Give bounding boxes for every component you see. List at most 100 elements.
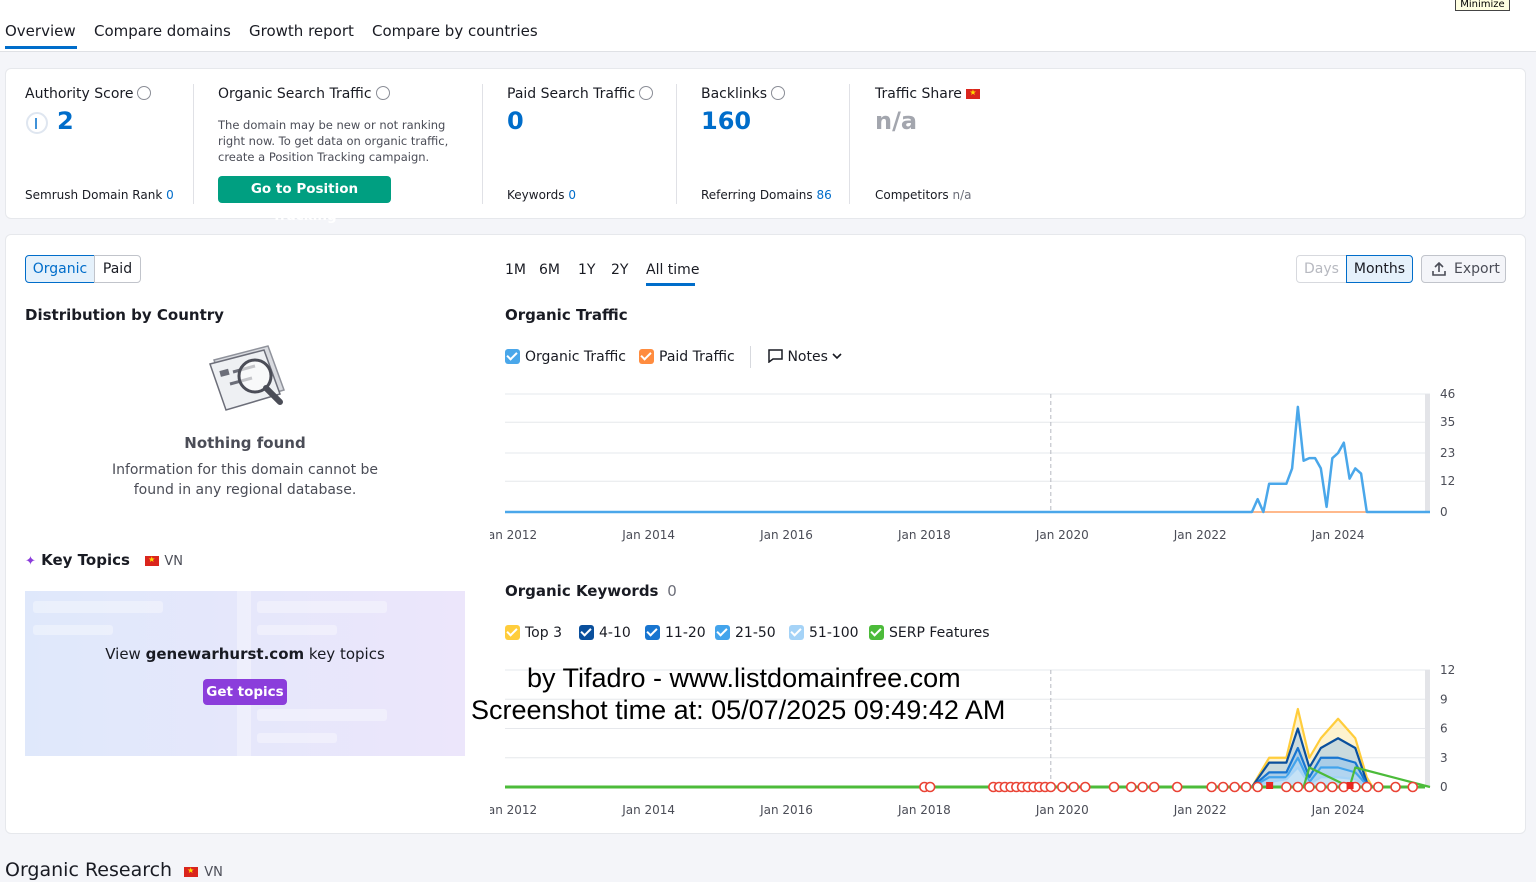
organic-traffic-note: The domain may be new or not ranking rig… — [218, 117, 448, 165]
empty-line: found in any regional database. — [133, 482, 357, 498]
x-tick-label: Jan 2016 — [759, 803, 813, 817]
sparkle-icon: ✦ — [25, 554, 36, 569]
x-tick-label: Jan 2018 — [897, 803, 951, 817]
legend-top-3[interactable]: Top 3 — [505, 625, 562, 641]
organic-research-header: Organic Research VN — [5, 859, 223, 881]
x-tick-label: Jan 2020 — [1035, 803, 1089, 817]
go-to-position-tracking-button[interactable]: Go to Position Tracking — [218, 176, 391, 224]
google-update-marker — [1229, 781, 1240, 793]
key-topics-country: VN — [164, 554, 184, 569]
y-tick-label: 35 — [1440, 415, 1455, 429]
vietnam-flag-icon — [184, 866, 199, 877]
google-update-marker — [1108, 781, 1120, 793]
vietnam-flag-icon — [966, 88, 981, 99]
organic-toggle-button[interactable]: Organic — [25, 255, 95, 283]
google-update-marker — [1056, 781, 1068, 793]
organic-traffic-chart[interactable]: 0 12 23 35 46 Jan 2012 Jan 2014 Jan 2016 Jan 201… — [490, 380, 1480, 550]
keywords-chart-header: Organic Keywords 0 — [505, 582, 677, 600]
backlinks-label: Backlinks — [701, 86, 786, 102]
months-button[interactable]: Months — [1346, 255, 1413, 283]
note-line: create a Position Tracking campaign. — [218, 150, 430, 164]
watermark-line-1: by Tifadro - www.listdomainfree.com — [527, 663, 961, 693]
organic-research-title: Organic Research — [5, 859, 173, 881]
competitors-value: n/a — [952, 188, 972, 202]
range-6m[interactable]: 6M — [539, 262, 560, 278]
get-topics-button[interactable]: Get topics — [203, 679, 287, 705]
info-icon[interactable] — [375, 86, 390, 100]
paid-toggle-button[interactable]: Paid — [94, 255, 141, 283]
metric-divider — [849, 84, 850, 204]
legend-11-20[interactable]: 11-20 — [645, 625, 706, 641]
blurred-placeholder — [257, 625, 337, 635]
nothing-found-text: Information for this domain cannot be fo… — [25, 460, 465, 500]
magnifier-illustration-icon — [209, 345, 285, 411]
google-update-marker — [1240, 781, 1252, 793]
export-icon — [1432, 262, 1446, 276]
legend-organic-traffic[interactable]: Organic Traffic — [505, 349, 626, 365]
google-update-marker — [1206, 781, 1217, 793]
checkbox-icon — [579, 625, 594, 640]
key-topics-header: ✦ Key Topics VN — [25, 551, 183, 569]
paid-traffic-value[interactable]: 0 — [507, 107, 524, 135]
google-update-marker — [1361, 781, 1373, 793]
domain-rank-value[interactable]: 0 — [166, 188, 174, 202]
legend-serp-features[interactable]: SERP Features — [869, 625, 990, 641]
range-1m[interactable]: 1M — [505, 262, 526, 278]
google-update-marker — [1045, 781, 1057, 793]
blurred-placeholder — [33, 625, 113, 635]
checkbox-icon — [505, 349, 520, 364]
blurred-placeholder — [257, 709, 387, 721]
google-update-marker — [1148, 781, 1160, 793]
tab-compare-domains[interactable]: Compare domains — [94, 22, 231, 40]
chart-end-band — [1425, 394, 1430, 512]
chart-end-band — [1425, 670, 1430, 787]
x-tick-label: Jan 2018 — [897, 528, 951, 542]
google-update-marker — [1171, 781, 1183, 793]
tab-compare-by-countries[interactable]: Compare by countries — [372, 22, 538, 40]
info-icon[interactable] — [137, 86, 152, 100]
google-update-marker — [1068, 781, 1080, 793]
key-topics-title: Key Topics — [41, 551, 130, 569]
chevron-down-icon — [832, 353, 842, 360]
competitors: Competitors n/a — [875, 188, 972, 202]
paid-keywords-value[interactable]: 0 — [568, 188, 576, 202]
checkbox-icon — [869, 625, 884, 640]
distribution-title: Distribution by Country — [25, 306, 224, 324]
legend-paid-traffic[interactable]: Paid Traffic — [639, 349, 735, 365]
x-tick-label: Jan 2020 — [1035, 528, 1089, 542]
referring-domains: Referring Domains 86 — [701, 188, 832, 202]
range-all-time[interactable]: All time — [646, 262, 699, 278]
notes-dropdown[interactable]: Notes — [768, 349, 842, 365]
google-update-marker — [1252, 781, 1263, 793]
legend-51-100[interactable]: 51-100 — [789, 625, 859, 641]
legend-4-10[interactable]: 4-10 — [579, 625, 631, 641]
x-tick-label: Jan 2014 — [621, 528, 675, 542]
info-icon[interactable] — [639, 86, 654, 100]
keywords-count: 0 — [667, 582, 677, 600]
days-button[interactable]: Days — [1296, 255, 1347, 283]
google-update-marker — [1125, 781, 1137, 793]
range-2y[interactable]: 2Y — [611, 262, 628, 278]
authority-score-value[interactable]: 2 — [57, 107, 74, 135]
vietnam-flag-icon — [145, 555, 160, 566]
metric-divider — [482, 84, 483, 204]
traffic-share-value: n/a — [875, 107, 918, 135]
notes-icon — [768, 349, 783, 364]
tab-overview[interactable]: Overview — [5, 22, 76, 40]
google-update-marker — [1315, 781, 1327, 793]
export-button[interactable]: Export — [1421, 255, 1506, 283]
backlinks-value[interactable]: 160 — [701, 107, 751, 135]
legend-21-50[interactable]: 21-50 — [715, 625, 776, 641]
range-1y[interactable]: 1Y — [578, 262, 595, 278]
tab-growth-report[interactable]: Growth report — [249, 22, 354, 40]
referring-domains-value[interactable]: 86 — [816, 188, 831, 202]
traffic-chart-title: Organic Traffic — [505, 306, 628, 324]
y-tick-label: 9 — [1440, 692, 1448, 706]
x-tick-label: Jan 2014 — [621, 803, 675, 817]
info-icon[interactable] — [771, 86, 786, 100]
traffic-share-label: Traffic Share — [875, 86, 981, 102]
google-update-marker — [1217, 781, 1229, 793]
google-update-marker — [924, 781, 936, 793]
x-tick-label: Jan 2022 — [1173, 803, 1227, 817]
google-update-marker — [1079, 781, 1091, 793]
